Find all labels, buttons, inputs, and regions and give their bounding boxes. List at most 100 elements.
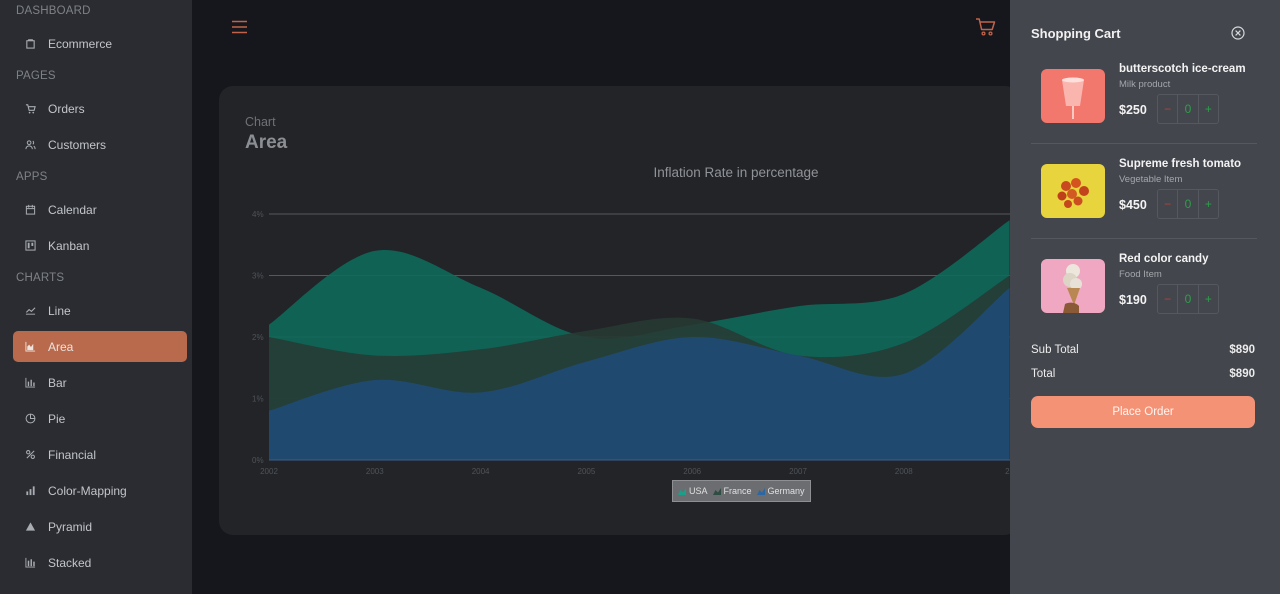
cart-icon[interactable] (975, 17, 997, 37)
y-tick-label: 0% (252, 456, 264, 465)
sidebar-item-calendar[interactable]: Calendar (13, 194, 187, 225)
divider (1031, 143, 1257, 144)
card-title: Area (245, 132, 288, 153)
divider (1031, 238, 1257, 239)
decrease-button[interactable]: − (1158, 95, 1179, 123)
cart-item: Red color candy Food Item $190 − 0 + (1031, 253, 1257, 348)
cart-title: Shopping Cart (1031, 26, 1121, 41)
x-tick-label: 2007 (789, 467, 807, 476)
decrease-button[interactable]: − (1158, 285, 1179, 313)
section-dashboard: DASHBOARD (16, 5, 91, 17)
section-pages: PAGES (16, 70, 56, 82)
sidebar-item-label: Pyramid (48, 519, 93, 534)
bar-chart-icon (24, 377, 36, 389)
sidebar: DASHBOARD Ecommerce PAGES Orders Custome… (0, 0, 192, 594)
sidebar-item-orders[interactable]: Orders (13, 93, 187, 124)
sidebar-item-pie[interactable]: Pie (13, 403, 187, 434)
sidebar-item-label: Orders (48, 101, 85, 116)
item-category: Food Item (1119, 269, 1162, 280)
sidebar-item-label: Pie (48, 411, 66, 426)
area-chart: 0%1%2%3%4%200220032004200520062007200820 (252, 210, 1010, 476)
total-label: Total (1031, 368, 1056, 380)
subtotal-value: $890 (1229, 344, 1255, 356)
users-icon (24, 139, 36, 151)
legend-label: France (723, 486, 752, 496)
chart-legend[interactable]: USA France Germany (672, 480, 811, 502)
hamburger-icon[interactable] (231, 19, 248, 35)
sidebar-item-label: Calendar (48, 202, 97, 217)
icecream-cone-image (1041, 259, 1105, 313)
x-tick-label: 2008 (895, 467, 913, 476)
kanban-icon (24, 240, 36, 252)
x-tick-label: 2005 (578, 467, 596, 476)
sidebar-item-label: Customers (48, 137, 107, 152)
legend-marker-germany (756, 487, 765, 495)
shopping-bag-icon (24, 38, 36, 50)
line-chart-icon (24, 305, 36, 317)
sidebar-item-label: Line (48, 303, 71, 318)
sidebar-item-label: Kanban (48, 238, 90, 253)
sidebar-item-ecommerce[interactable]: Ecommerce (13, 28, 187, 59)
subtotal-label: Sub Total (1031, 344, 1079, 356)
item-price: $190 (1119, 293, 1147, 307)
sidebar-item-kanban[interactable]: Kanban (13, 230, 187, 261)
quantity-value: 0 (1178, 190, 1199, 218)
legend-item-france[interactable]: France (712, 486, 752, 496)
color-mapping-icon (24, 485, 36, 497)
cup-image (1041, 69, 1105, 123)
tomato-image (1041, 164, 1105, 218)
item-name: Red color candy (1119, 253, 1209, 265)
sidebar-item-bar[interactable]: Bar (13, 367, 187, 398)
area-chart-icon (24, 341, 36, 353)
close-circle-icon[interactable] (1231, 26, 1245, 40)
item-category: Milk product (1119, 79, 1171, 90)
quantity-value: 0 (1178, 285, 1199, 313)
quantity-value: 0 (1178, 95, 1199, 123)
sidebar-item-label: Bar (48, 375, 67, 390)
decrease-button[interactable]: − (1158, 190, 1179, 218)
cart-icon (24, 103, 36, 115)
x-tick-label: 2003 (366, 467, 384, 476)
sidebar-item-area[interactable]: Area (13, 331, 187, 362)
section-apps: APPS (16, 171, 48, 183)
item-category: Vegetable Item (1119, 174, 1183, 185)
sidebar-item-stacked[interactable]: Stacked (13, 547, 187, 578)
sidebar-item-label: Financial (48, 447, 97, 462)
legend-marker-usa (678, 487, 686, 495)
quantity-stepper: − 0 + (1157, 94, 1219, 124)
sidebar-item-color-mapping[interactable]: Color-Mapping (13, 475, 187, 506)
x-tick-label: 2002 (260, 467, 278, 476)
item-price: $250 (1119, 103, 1147, 117)
item-price: $450 (1119, 198, 1147, 212)
quantity-stepper: − 0 + (1157, 189, 1219, 219)
sidebar-item-label: Color-Mapping (48, 483, 127, 498)
pyramid-icon (24, 521, 36, 533)
x-tick-label: 2004 (472, 467, 490, 476)
item-name: Supreme fresh tomato (1119, 158, 1242, 170)
legend-item-germany[interactable]: Germany (756, 486, 805, 496)
sidebar-item-label: Area (48, 339, 74, 354)
sidebar-item-label: Stacked (48, 555, 92, 570)
y-tick-label: 4% (252, 210, 264, 219)
sidebar-item-label: Ecommerce (48, 36, 113, 51)
y-tick-label: 3% (252, 272, 264, 281)
stacked-chart-icon (24, 557, 36, 569)
sidebar-item-customers[interactable]: Customers (13, 129, 187, 160)
card-subtitle: Chart (245, 115, 276, 129)
legend-item-usa[interactable]: USA (678, 486, 708, 496)
chart-title: Inflation Rate in percentage (653, 165, 819, 180)
increase-button[interactable]: + (1199, 285, 1218, 313)
calendar-icon (24, 204, 36, 216)
total-value: $890 (1229, 368, 1255, 380)
total-row: Total $890 (1031, 368, 1255, 380)
sidebar-item-financial[interactable]: Financial (13, 439, 187, 470)
legend-marker-france (712, 487, 721, 495)
place-order-button[interactable]: Place Order (1031, 396, 1255, 428)
legend-label: Germany (767, 486, 805, 496)
increase-button[interactable]: + (1199, 95, 1218, 123)
financial-icon (24, 449, 36, 461)
sidebar-item-pyramid[interactable]: Pyramid (13, 511, 187, 542)
sidebar-item-line[interactable]: Line (13, 295, 187, 326)
increase-button[interactable]: + (1199, 190, 1218, 218)
y-tick-label: 1% (252, 395, 264, 404)
